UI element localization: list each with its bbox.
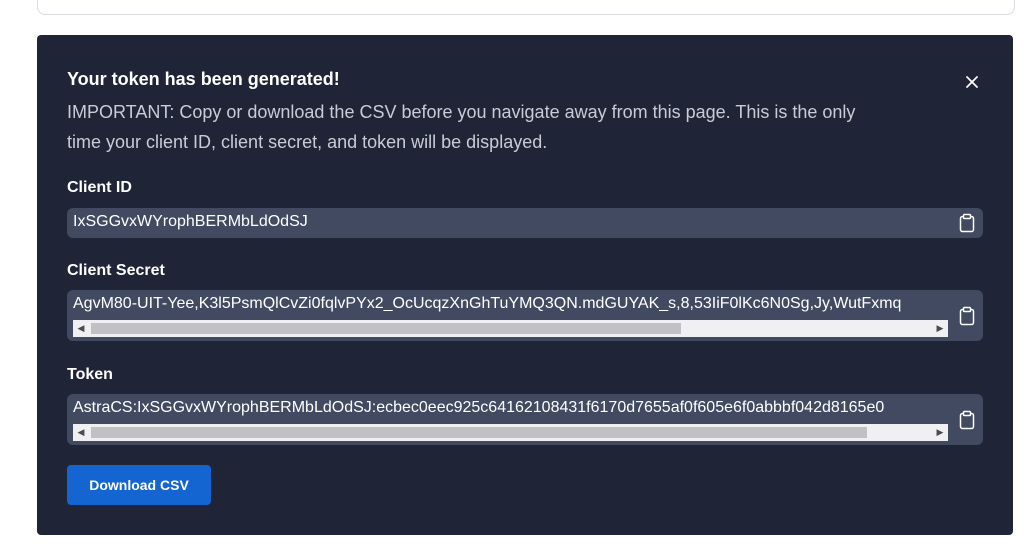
scroll-right-arrow-icon[interactable]: ▶ (932, 320, 948, 337)
copy-client-secret-button[interactable] (958, 306, 976, 326)
client-id-field[interactable]: IxSGGvxWYrophBERMbLdOdSJ (67, 208, 983, 238)
client-secret-label: Client Secret (67, 262, 165, 279)
client-id-value[interactable]: IxSGGvxWYrophBERMbLdOdSJ (73, 213, 949, 231)
clipboard-icon (959, 410, 975, 430)
scroll-left-arrow-icon[interactable]: ◀ (73, 424, 89, 441)
copy-token-button[interactable] (958, 410, 976, 430)
clipboard-icon (959, 306, 975, 326)
client-secret-field[interactable]: AgvM80-UIT-Yee,K3l5PsmQlCvZi0fqlvPYx2_Oc… (67, 290, 983, 341)
previous-card (37, 0, 1015, 15)
token-value[interactable]: AstraCS:IxSGGvxWYrophBERMbLdOdSJ:ecbec0e… (73, 399, 949, 417)
clipboard-icon (959, 213, 975, 233)
download-csv-button[interactable]: Download CSV (67, 465, 211, 505)
close-button[interactable] (961, 71, 983, 93)
scroll-left-arrow-icon[interactable]: ◀ (73, 320, 89, 337)
token-generated-panel: Your token has been generated! IMPORTANT… (37, 35, 1013, 535)
important-message: IMPORTANT: Copy or download the CSV befo… (67, 102, 856, 152)
close-icon (966, 76, 978, 88)
client-secret-value[interactable]: AgvM80-UIT-Yee,K3l5PsmQlCvZi0fqlvPYx2_Oc… (73, 295, 949, 313)
token-scroll-thumb[interactable] (91, 427, 867, 438)
copy-client-id-button[interactable] (958, 213, 976, 233)
panel-title: Your token has been generated! (67, 69, 340, 89)
client-secret-scrollbar[interactable]: ◀ ▶ (73, 320, 948, 337)
token-scrollbar[interactable]: ◀ ▶ (73, 424, 948, 441)
client-secret-scroll-thumb[interactable] (91, 323, 681, 334)
client-id-label: Client ID (67, 179, 132, 196)
token-field[interactable]: AstraCS:IxSGGvxWYrophBERMbLdOdSJ:ecbec0e… (67, 394, 983, 445)
token-label: Token (67, 366, 113, 383)
scroll-right-arrow-icon[interactable]: ▶ (932, 424, 948, 441)
